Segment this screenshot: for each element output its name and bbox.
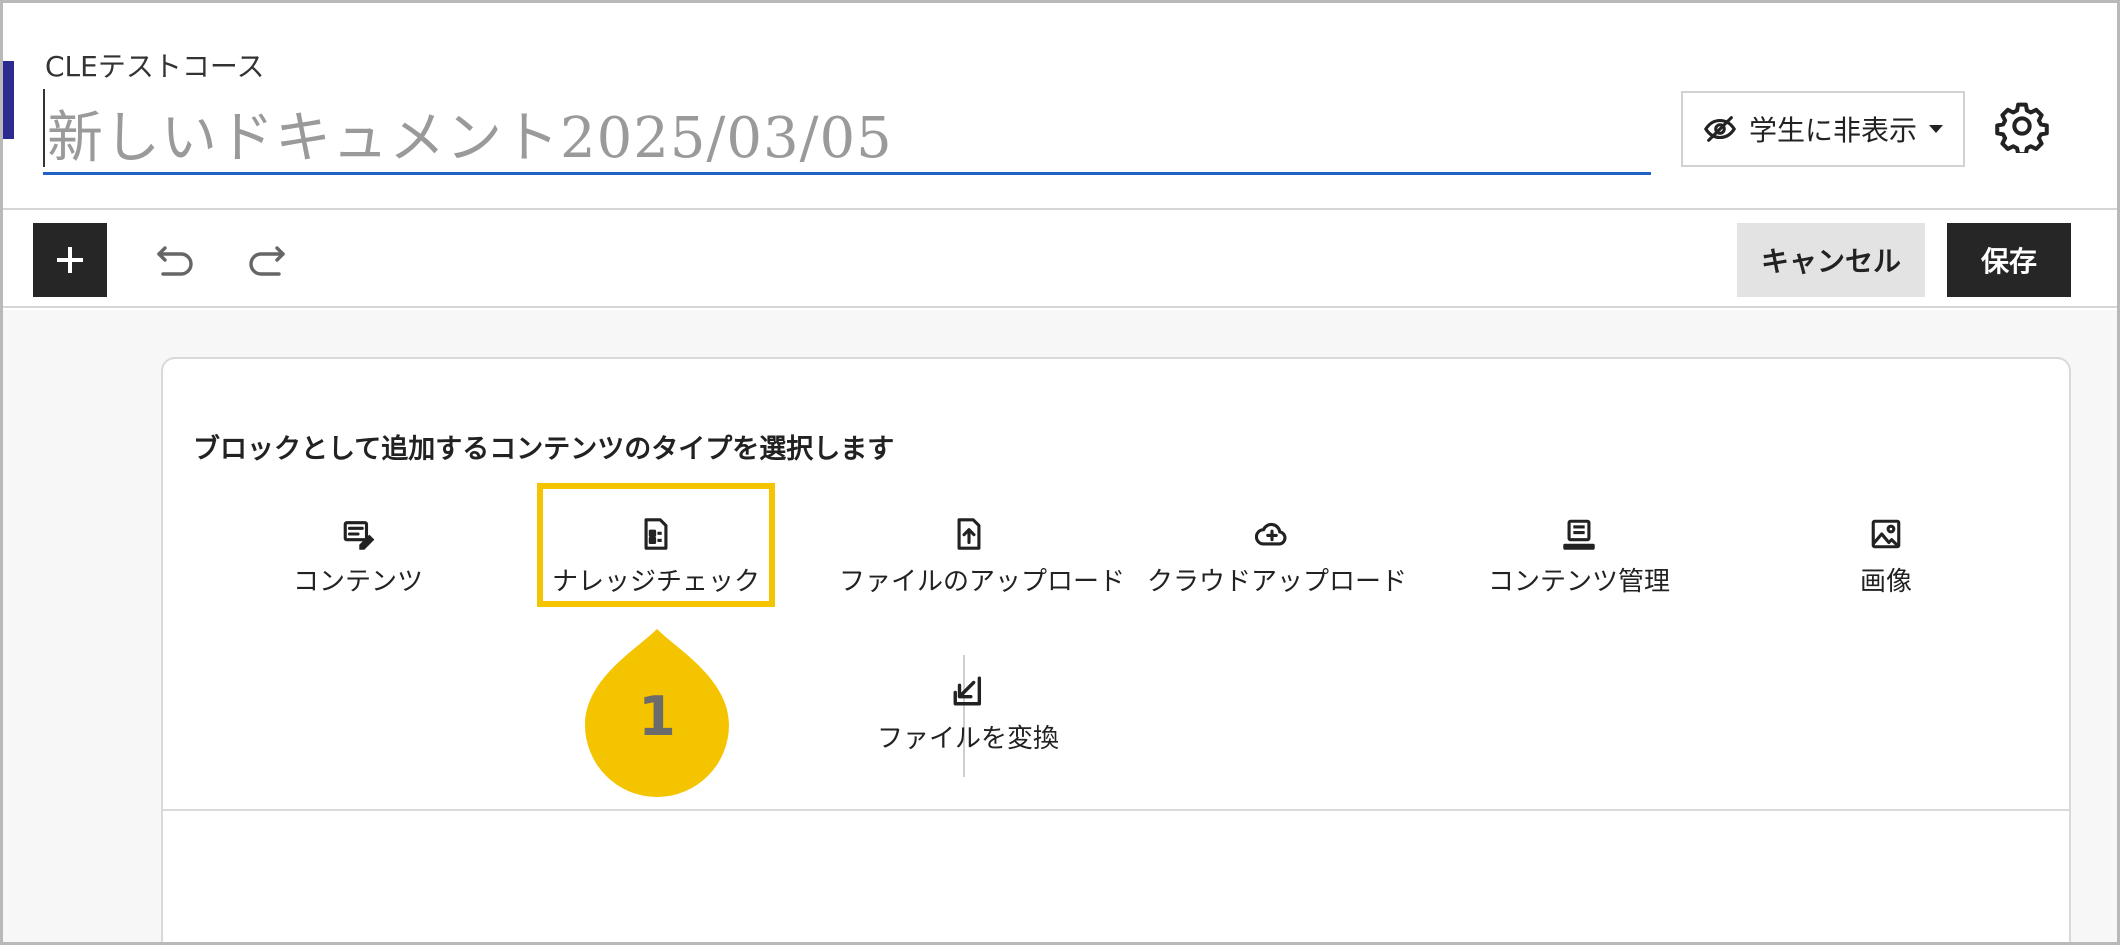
callout-number: 1 (638, 685, 676, 748)
block-type-panel: ブロックとして追加するコンテンツのタイプを選択します コンテンツ ナレッジチェッ… (161, 357, 2071, 942)
visibility-dropdown[interactable]: 学生に非表示 (1681, 91, 1965, 167)
tile-label: クラウドアップロード (1147, 567, 1408, 597)
file-upload-icon (957, 518, 981, 550)
app-frame: CLEテストコース 新しいドキュメント2025/03/05 学生に非表示 キャン… (0, 0, 2120, 945)
course-name: CLEテストコース (45, 50, 265, 83)
tile-label: ファイルを変換 (876, 724, 1059, 754)
tile-label: ファイルのアップロード (839, 567, 1126, 597)
document-header: CLEテストコース 新しいドキュメント2025/03/05 学生に非表示 (3, 3, 2117, 210)
image-icon (1871, 519, 1901, 549)
eye-slash-icon (1703, 116, 1737, 142)
editor-toolbar: キャンセル 保存 (3, 212, 2117, 308)
add-block-button[interactable] (33, 223, 107, 297)
accent-bar (3, 61, 14, 139)
save-button[interactable]: 保存 (1947, 223, 2071, 297)
undo-icon[interactable] (155, 242, 197, 278)
chevron-down-icon (1929, 125, 1944, 133)
text-caret (43, 89, 45, 167)
panel-divider (163, 809, 2069, 811)
document-title-field[interactable]: 新しいドキュメント2025/03/05 (43, 85, 1651, 175)
tile-image[interactable]: 画像 (1761, 517, 2011, 617)
tile-label: コンテンツ管理 (1487, 567, 1670, 597)
cloud-upload-icon (1255, 522, 1287, 546)
tile-content[interactable]: コンテンツ (233, 517, 483, 617)
convert-file-icon (953, 676, 982, 706)
highlight-box (537, 483, 775, 607)
content-icon (343, 521, 375, 550)
tile-label: 画像 (1859, 567, 1912, 597)
panel-prompt: ブロックとして追加するコンテンツのタイプを選択します (193, 434, 895, 465)
tile-file-upload[interactable]: ファイルのアップロード (839, 517, 1126, 617)
cancel-button[interactable]: キャンセル (1737, 223, 1925, 297)
plus-icon (57, 247, 83, 273)
tile-convert-file[interactable]: ファイルを変換 (823, 674, 1113, 774)
editor-canvas: ブロックとして追加するコンテンツのタイプを選択します コンテンツ ナレッジチェッ… (3, 310, 2117, 942)
tile-label: コンテンツ (292, 567, 423, 597)
document-title-text: 新しいドキュメント2025/03/05 (47, 106, 893, 171)
tile-cloud-upload[interactable]: クラウドアップロード (1147, 517, 1408, 617)
gear-icon[interactable] (1995, 99, 2049, 153)
content-management-icon (1563, 519, 1595, 550)
step-callout: 1 (585, 627, 729, 797)
redo-icon[interactable] (245, 242, 287, 278)
tile-content-management[interactable]: コンテンツ管理 (1454, 517, 1704, 617)
visibility-label: 学生に非表示 (1749, 114, 1918, 147)
